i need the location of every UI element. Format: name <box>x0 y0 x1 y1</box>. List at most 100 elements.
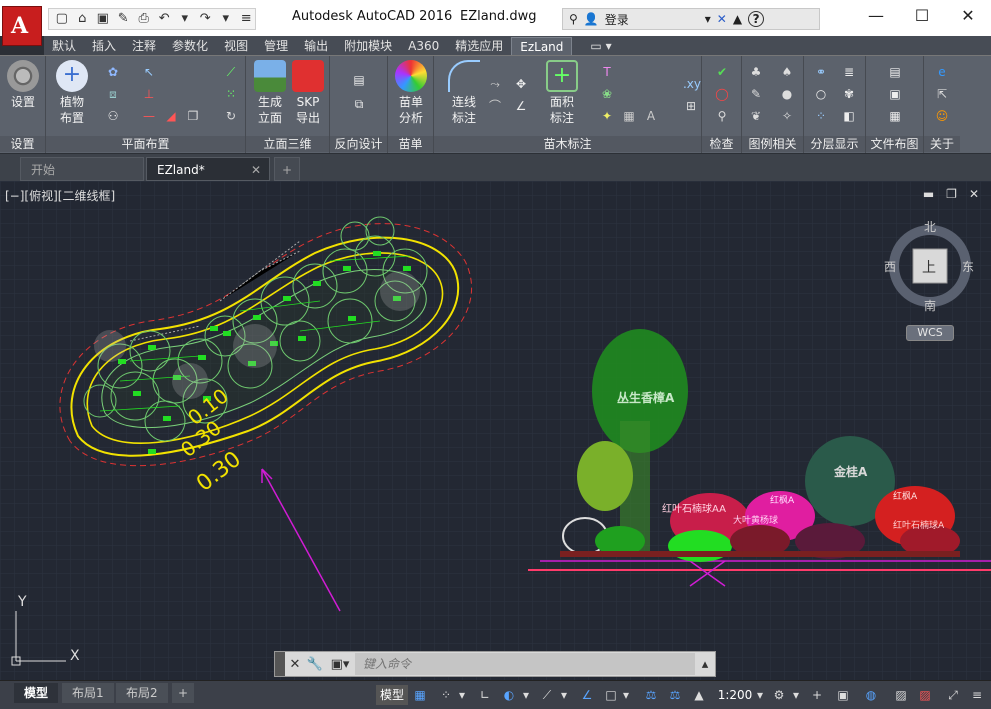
tab-manage[interactable]: 管理 <box>256 37 296 55</box>
workspace-dropdown-icon[interactable]: ▾ <box>790 685 802 705</box>
redo-dropdown-icon[interactable]: ▾ <box>217 11 235 27</box>
export-icon[interactable]: ⇱ <box>933 86 951 102</box>
save-as-icon[interactable]: ✎ <box>115 11 133 27</box>
isolate-objects-icon[interactable]: ▨ <box>890 685 912 705</box>
circle-outline-icon[interactable]: ○ <box>812 86 830 102</box>
fullscreen-icon[interactable]: ⤢ <box>942 685 964 705</box>
line-icon[interactable]: — <box>140 108 158 124</box>
viewport-close-icon[interactable]: ✕ <box>969 187 979 201</box>
tab-default[interactable]: 默认 <box>44 37 84 55</box>
help-button[interactable]: ? <box>748 11 765 27</box>
grid-table-icon[interactable]: ⊞ <box>682 98 700 114</box>
tab-featured-apps[interactable]: 精选应用 <box>447 37 511 55</box>
bulb-icon[interactable]: ✦ <box>598 108 616 124</box>
scatter-dots-icon[interactable]: ⁙ <box>222 86 240 102</box>
search-binoculars-icon[interactable]: ⚲ <box>569 12 578 26</box>
annotation-scale-icon[interactable]: ▲ <box>690 685 708 705</box>
open-folder-icon[interactable]: ⌂ <box>74 11 92 27</box>
customize-qat-icon[interactable]: ≡ <box>238 11 256 27</box>
viewcube-top-face[interactable]: 上 <box>922 257 936 277</box>
tab-parametric[interactable]: 参数化 <box>164 37 216 55</box>
sheet-icon[interactable]: ▤ <box>886 64 904 80</box>
close-tab-icon[interactable]: ✕ <box>251 158 261 182</box>
generate-elevation-button[interactable]: 生成 立面 <box>252 60 288 126</box>
reverse-table-icon[interactable]: ▤ <box>350 72 368 88</box>
tab-annotate[interactable]: 注释 <box>124 37 164 55</box>
tab-a360[interactable]: A360 <box>400 37 447 55</box>
grid-icon[interactable]: ▦ <box>410 685 430 705</box>
wcs-menu[interactable]: WCS <box>906 325 954 341</box>
snap-icon[interactable]: ⁘ <box>436 685 456 705</box>
command-input[interactable] <box>355 653 695 675</box>
object-snap-icon[interactable]: □ <box>602 685 620 705</box>
curve-dots-icon[interactable]: ⤳ <box>486 76 504 92</box>
redo-icon[interactable]: ↷ <box>197 11 215 27</box>
table-icon[interactable]: ▦ <box>620 108 638 124</box>
check-icon[interactable]: ✔ <box>713 64 731 80</box>
new-file-icon[interactable]: ▢ <box>53 11 71 27</box>
annotation-autoscale-icon[interactable]: ⚖ <box>666 685 684 705</box>
box-select-icon[interactable]: ⧈ <box>104 86 122 102</box>
browser-e-icon[interactable]: e <box>933 64 951 80</box>
connect-label-button[interactable]: 连线 标注 <box>440 60 488 126</box>
skp-export-button[interactable]: SKP 导出 <box>290 60 326 126</box>
viewport-minimize-icon[interactable]: ▬ <box>923 187 934 201</box>
print-icon[interactable]: ⎙ <box>135 11 153 27</box>
layout-tab-2[interactable]: 布局2 <box>116 683 168 703</box>
ortho-icon[interactable]: ∟ <box>476 685 494 705</box>
tab-file[interactable]: EZland* ✕ <box>146 157 270 181</box>
close-icon[interactable]: ✕ <box>945 0 991 32</box>
error-circle-icon[interactable]: ◯ <box>713 86 731 102</box>
viewport-restore-icon[interactable]: ❐ <box>946 187 957 201</box>
a360-icon[interactable]: ▲ <box>733 12 742 26</box>
viewport-controls-label[interactable]: [−][俯视][二维线框] <box>5 187 115 204</box>
stack-icon[interactable]: ≣ <box>840 64 858 80</box>
undo-dropdown-icon[interactable]: ▾ <box>176 11 194 27</box>
ribbon-minimize-toggle[interactable]: ▭ ▾ <box>582 37 619 55</box>
units-icon[interactable]: ▣ <box>834 685 852 705</box>
diagonal-line-icon[interactable]: ⟋ <box>222 64 240 80</box>
cube-icon[interactable]: ◧ <box>840 108 858 124</box>
exchange-icon[interactable]: ✕ <box>717 12 727 26</box>
cursor-icon[interactable]: ↖ <box>140 64 158 80</box>
copy-icon[interactable]: ❐ <box>184 108 202 124</box>
tab-addins[interactable]: 附加模块 <box>336 37 400 55</box>
object-snap-dropdown-icon[interactable]: ▾ <box>620 685 632 705</box>
scale-dropdown-icon[interactable]: ▾ <box>754 685 766 705</box>
plant-layout-button[interactable]: + 植物 布置 <box>52 60 92 126</box>
close-commandline-icon[interactable]: ✕ <box>285 657 305 672</box>
drawing-canvas[interactable]: [−][俯视][二维线框] ▬ ❐ ✕ 北 南 东 西 上 WCS 0.10 0… <box>0 181 991 680</box>
tab-insert[interactable]: 插入 <box>84 37 124 55</box>
tree-scatter-icon[interactable]: ✿ <box>104 64 122 80</box>
settings-button[interactable]: 设置 <box>4 60 42 110</box>
tab-output[interactable]: 输出 <box>296 37 336 55</box>
legend-pen-icon[interactable]: ✎ <box>747 86 765 102</box>
login-button[interactable]: 登录 <box>605 11 629 28</box>
annotation-scale-value[interactable]: 1:200 <box>716 685 754 705</box>
command-prompt-icon[interactable]: ▣▾ <box>325 657 355 672</box>
area-label-button[interactable]: + 面积 标注 <box>542 60 582 126</box>
legend-people-icon[interactable]: ♣ <box>747 64 765 80</box>
hardware-acceleration-icon[interactable]: ◍ <box>860 685 882 705</box>
add-layout-icon[interactable]: + <box>172 683 195 703</box>
align-icon[interactable]: ⊥ <box>140 86 158 102</box>
new-tab-icon[interactable]: + <box>274 157 300 181</box>
customize-status-icon[interactable]: ≡ <box>966 685 988 705</box>
tab-view[interactable]: 视图 <box>216 37 256 55</box>
move-arrows-icon[interactable]: ✥ <box>512 76 530 92</box>
isodraft-icon[interactable]: ⟋ <box>538 685 556 705</box>
login-dropdown-icon[interactable]: ▾ <box>705 12 711 26</box>
wrench-icon[interactable]: 🔧 <box>305 657 325 672</box>
annotation-visibility-icon[interactable]: ⚖ <box>642 685 660 705</box>
dots-circle-icon[interactable]: ⁘ <box>812 108 830 124</box>
clean-screen-icon[interactable]: ▨ <box>914 685 936 705</box>
arc-icon[interactable]: ⌒ <box>486 98 504 114</box>
command-history-icon[interactable]: ▴ <box>695 657 715 672</box>
frame-icon[interactable]: ▣ <box>886 86 904 102</box>
model-space-button[interactable]: 模型 <box>376 685 408 705</box>
group-icon[interactable]: ⚇ <box>104 108 122 124</box>
legend-ball-icon[interactable]: ● <box>778 86 796 102</box>
maximize-icon[interactable]: ☐ <box>899 0 945 32</box>
angle-icon[interactable]: ∠ <box>512 98 530 114</box>
text-style-icon[interactable]: T <box>598 64 616 80</box>
